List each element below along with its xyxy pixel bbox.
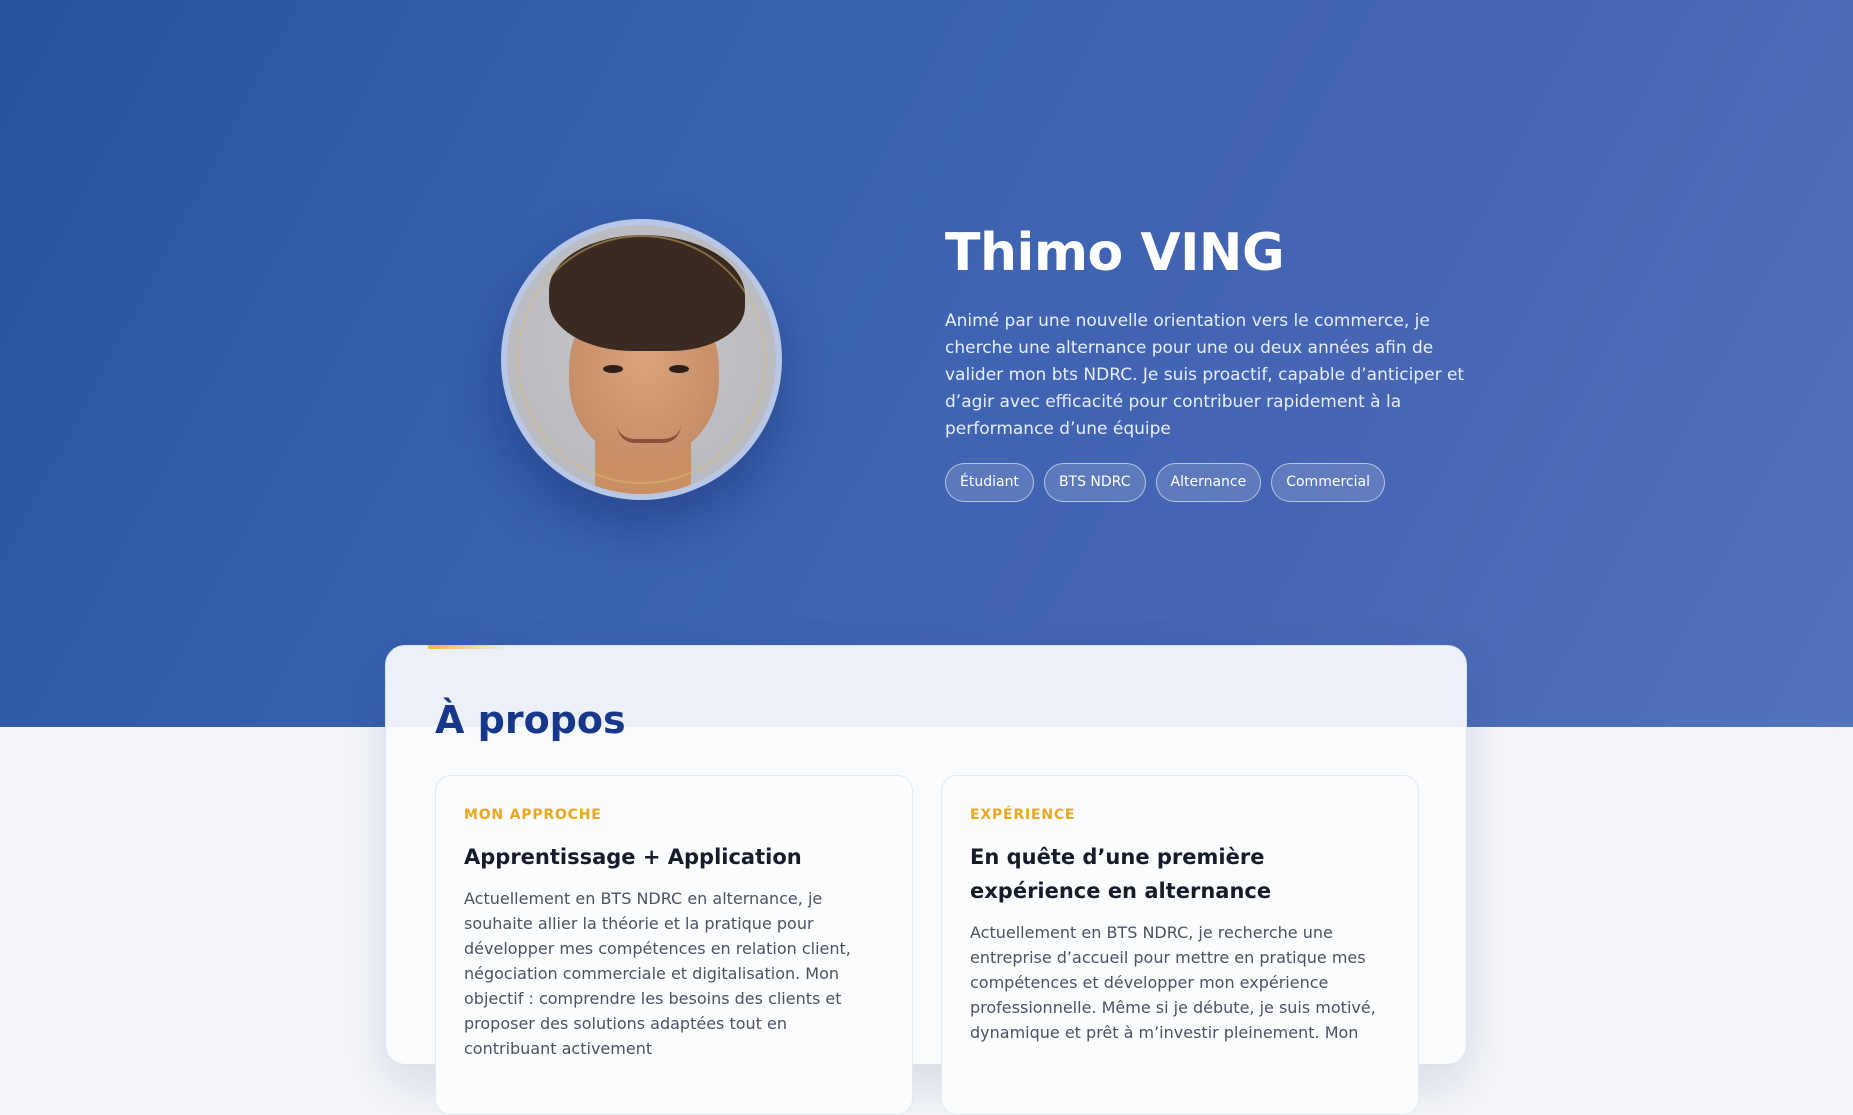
- tag-list: Étudiant BTS NDRC Alternance Commercial: [945, 463, 1465, 502]
- profile-avatar: [501, 219, 782, 500]
- approach-eyebrow: MON APPROCHE: [464, 807, 602, 823]
- approach-card: MON APPROCHE Apprentissage + Application…: [435, 775, 913, 1115]
- experience-card: EXPÉRIENCE En quête d’une première expér…: [941, 775, 1419, 1115]
- approach-heading: Apprentissage + Application: [464, 845, 802, 869]
- hero-section: Thimo VING Animé par une nouvelle orient…: [0, 0, 1853, 727]
- about-title: À propos: [435, 698, 626, 742]
- tag-etudiant: Étudiant: [945, 463, 1034, 502]
- profile-description: Animé par une nouvelle orientation vers …: [945, 311, 1465, 439]
- about-section: À propos MON APPROCHE Apprentissage + Ap…: [385, 645, 1467, 1115]
- experience-heading: En quête d’une première expérience en al…: [970, 845, 1272, 903]
- tag-alternance: Alternance: [1155, 463, 1262, 502]
- experience-text: Actuellement en BTS NDRC, je recherche u…: [970, 923, 1376, 1042]
- hero-text-block: Thimo VING Animé par une nouvelle orient…: [945, 218, 1465, 502]
- tag-commercial: Commercial: [1271, 463, 1385, 502]
- profile-photo-icon: [507, 225, 776, 494]
- accent-bar: [428, 645, 508, 649]
- tag-bts-ndrc: BTS NDRC: [1043, 463, 1146, 502]
- profile-name: Thimo VING: [945, 223, 1285, 283]
- experience-eyebrow: EXPÉRIENCE: [970, 807, 1076, 823]
